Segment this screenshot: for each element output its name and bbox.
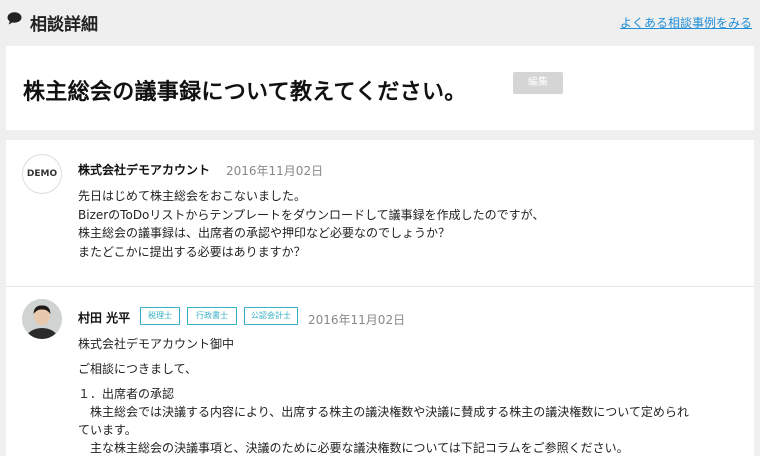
question-title: 株主総会の議事録について教えてください。 (23, 80, 467, 105)
author-name[interactable]: 村田 光平 (78, 309, 130, 326)
body-line: １．出席者の承認 (78, 387, 175, 401)
person-icon (22, 299, 62, 339)
avatar[interactable] (22, 299, 62, 339)
body-line: 株主総会の議事録は、出席者の承認や押印など必要なのでしょうか？ (78, 226, 451, 240)
body-line: ています。 (78, 423, 137, 437)
answer-post: 村田 光平 税理士 行政書士 公認会計士 2016年11月02日 株式会社デモア… (6, 286, 754, 456)
body-line: 株式会社デモアカウント御中 (78, 337, 235, 351)
edit-button[interactable]: 編集 (513, 72, 563, 94)
body-line: またどこかに提出する必要はありますか？ (78, 244, 306, 259)
post-date: 2016年11月02日 (308, 313, 406, 327)
body-line: ご相談につきまして、 (78, 362, 198, 376)
question-body: 先日はじめて株主総会をおこないました。 BizerのToDoリストからテンプレー… (78, 187, 544, 261)
speech-bubble-icon (7, 12, 22, 25)
body-line: 先日はじめて株主総会をおこないました。 (78, 189, 307, 203)
question-post: DEMO 株式会社デモアカウント 2016年11月02日 先日はじめて株主総会を… (6, 140, 754, 286)
qualification-badge: 行政書士 (187, 307, 237, 325)
body-line: 主な株主総会の決議事項と、決議のために必要な議決権数については下記コラムをご参照… (78, 441, 629, 455)
qualification-badge: 公認会計士 (244, 307, 298, 325)
page-title: 相談詳細 (30, 15, 98, 35)
page-header: 相談詳細 よくある相談事例をみる (0, 0, 760, 44)
body-line: 株主総会では決議する内容により、出席する株主の議決権数や決議に賛成する株主の議決… (78, 405, 689, 419)
faq-examples-link[interactable]: よくある相談事例をみる (620, 14, 752, 31)
post-date: 2016年11月02日 (226, 164, 324, 178)
qualification-badge: 税理士 (140, 307, 180, 325)
body-line: BizerのToDoリストからテンプレートをダウンロードして議事録を作成したので… (78, 207, 545, 222)
author-name[interactable]: 株式会社デモアカウント (78, 161, 210, 178)
question-title-card: 株主総会の議事録について教えてください。 編集 (6, 46, 754, 130)
avatar: DEMO (22, 154, 62, 194)
